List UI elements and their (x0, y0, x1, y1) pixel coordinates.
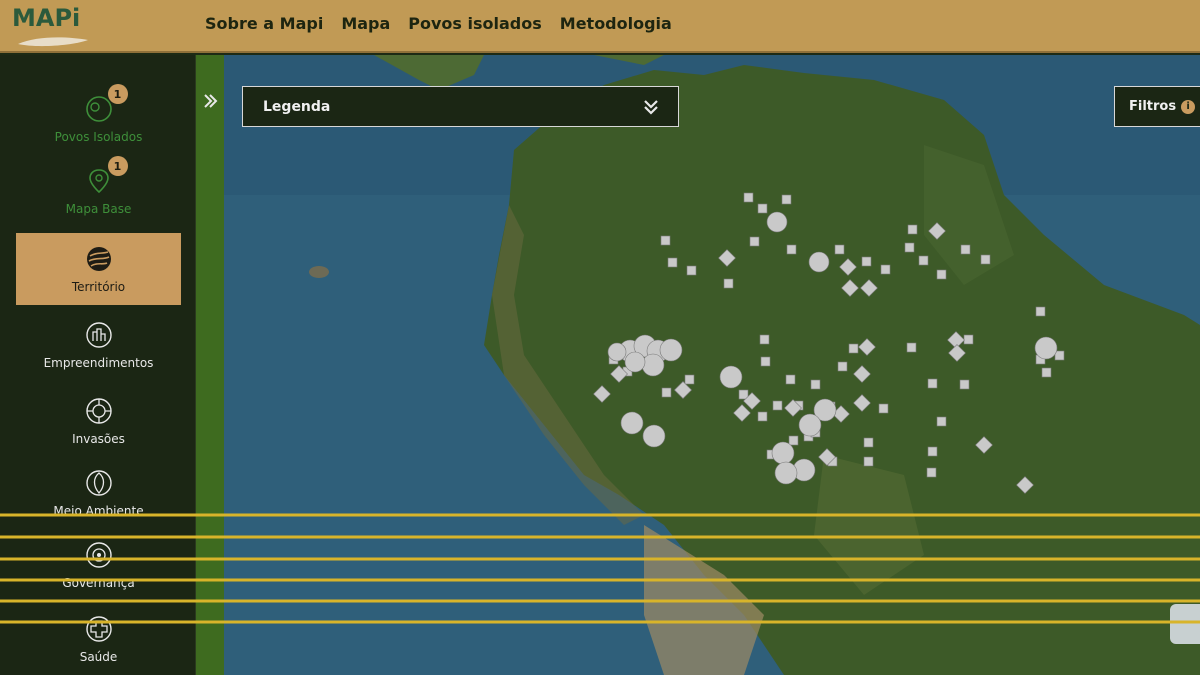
sidebar-item-label: Meio Ambiente (53, 504, 144, 518)
sidebar-item-label: Saúde (79, 650, 118, 664)
sidebar-item-invasoes[interactable]: Invasões (16, 385, 181, 457)
povos-isolados-badge: 1 (107, 84, 128, 104)
isolated-peoples-icon: 1 (84, 84, 128, 124)
sidebar-item-label: Invasões (72, 432, 125, 446)
main-nav: Sobre a Mapi Mapa Povos isolados Metodol… (205, 14, 672, 33)
filters-label: Filtros (1129, 99, 1177, 114)
legend-label: Legenda (263, 98, 331, 115)
nav-sobre[interactable]: Sobre a Mapi (205, 14, 323, 33)
territory-icon (84, 244, 114, 274)
environment-icon (84, 468, 114, 498)
sidebar-item-label: Território (71, 280, 126, 294)
sidebar-collapse-strip[interactable] (196, 55, 224, 675)
double-chevron-right-icon[interactable] (202, 93, 218, 109)
mapa-base-badge: 1 (107, 156, 128, 176)
map-canvas[interactable] (224, 55, 1200, 675)
logo-text: MAPi (12, 4, 81, 32)
governance-icon (84, 540, 114, 570)
info-icon[interactable]: i (1181, 99, 1196, 114)
nav-povos-isolados[interactable]: Povos isolados (408, 14, 541, 33)
sidebar-item-povos-isolados[interactable]: 1 Povos Isolados (16, 83, 181, 155)
nav-metodologia[interactable]: Metodologia (560, 14, 672, 33)
sidebar-item-empreendimentos[interactable]: Empreendimentos (16, 309, 181, 381)
top-bar: MAPi Sobre a Mapi Mapa Povos isolados Me… (0, 0, 1200, 53)
satellite-map (224, 55, 1200, 675)
mapi-logo[interactable]: MAPi (12, 4, 92, 50)
nav-mapa[interactable]: Mapa (341, 14, 390, 33)
sidebar-item-label: Mapa Base (65, 202, 132, 216)
layer-sidebar: 1 Povos Isolados 1 Mapa Base Território (0, 55, 196, 675)
map-panel-handle[interactable] (1170, 604, 1200, 644)
sidebar-item-mapa-base[interactable]: 1 Mapa Base (16, 155, 181, 227)
legend-dropdown[interactable]: Legenda (242, 86, 679, 127)
sidebar-item-meio-ambiente[interactable]: Meio Ambiente (16, 457, 181, 529)
sidebar-item-territorio[interactable]: Território (16, 233, 181, 305)
sidebar-item-saude[interactable]: Saúde (16, 603, 181, 675)
filters-button[interactable]: Filtros i (1114, 86, 1200, 127)
enterprises-icon (84, 320, 114, 350)
sidebar-item-label: Povos Isolados (54, 130, 143, 144)
feather-icon (18, 37, 88, 47)
map-pin-icon: 1 (84, 156, 128, 196)
health-icon (84, 614, 114, 644)
sidebar-item-governanca[interactable]: Governança (16, 529, 181, 601)
sidebar-item-label: Empreendimentos (43, 356, 154, 370)
sidebar-item-label: Governança (62, 576, 135, 590)
invasions-icon (84, 396, 114, 426)
double-chevron-down-icon (644, 100, 658, 115)
